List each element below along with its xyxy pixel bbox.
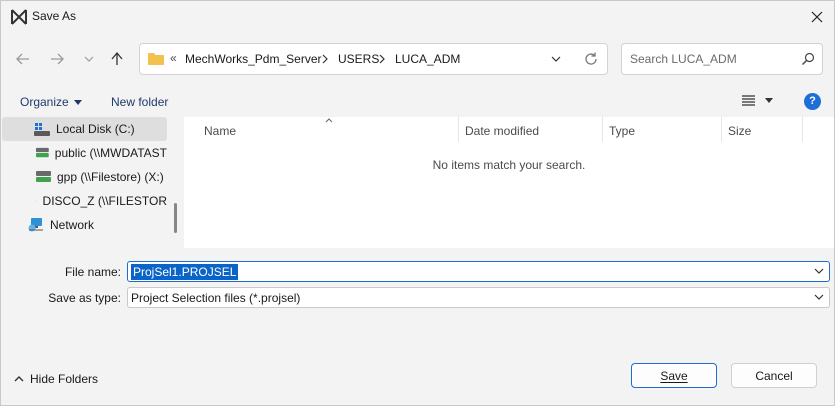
new-folder-button[interactable]: New folder <box>111 95 168 109</box>
navigation-pane[interactable]: Local Disk (C:) public (\\MWDATAST gpp (… <box>2 117 183 247</box>
caret-down-icon <box>73 99 82 105</box>
hide-folders-label: Hide Folders <box>30 372 99 386</box>
list-view-icon <box>742 95 755 106</box>
refresh-icon[interactable] <box>583 51 599 67</box>
save-as-dialog: Save As « MechWorks_Pdm_Server USERS LUC… <box>0 0 835 406</box>
file-list[interactable]: Name Date modified Type Size No items ma… <box>184 117 834 248</box>
tree-item-network[interactable]: Network <box>2 213 167 237</box>
network-drive-icon <box>36 147 49 158</box>
dialog-footer: Hide Folders Save Cancel <box>1 349 834 405</box>
breadcrumb-luca-adm[interactable]: LUCA_ADM <box>395 52 460 66</box>
chevron-up-icon <box>14 376 24 382</box>
tree-item-label: Network <box>50 218 95 232</box>
tree-item-local-disk[interactable]: Local Disk (C:) <box>2 117 167 141</box>
file-name-value: ProjSel1.PROJSEL <box>131 264 239 280</box>
tree-item-label: public (\\MWDATAST <box>54 146 167 160</box>
arrow-up-icon <box>111 52 123 65</box>
save-as-type-label: Save as type: <box>48 291 121 305</box>
change-view-button[interactable] <box>742 95 773 106</box>
app-logo-icon <box>11 9 27 25</box>
tree-item-label: gpp (\\Filestore) (X:) <box>57 170 164 184</box>
breadcrumb-users[interactable]: USERS <box>338 52 379 66</box>
chevron-down-icon <box>84 56 94 62</box>
search-icon <box>802 52 815 65</box>
close-icon <box>811 11 823 23</box>
chevron-down-icon[interactable] <box>814 294 824 300</box>
address-bar[interactable]: « MechWorks_Pdm_Server USERS LUCA_ADM <box>139 43 608 75</box>
column-divider[interactable] <box>458 117 459 142</box>
tree-item-label: Local Disk (C:) <box>56 122 135 136</box>
arrow-right-icon <box>51 53 64 65</box>
caret-down-icon <box>765 98 773 103</box>
arrow-left-icon <box>16 53 29 65</box>
breadcrumb-mechworks-pdm-server[interactable]: MechWorks_Pdm_Server <box>185 52 322 66</box>
column-header-size[interactable]: Size <box>728 124 751 138</box>
help-button[interactable]: ? <box>804 93 821 110</box>
cancel-label: Cancel <box>755 368 793 383</box>
empty-message: No items match your search. <box>432 158 586 172</box>
back-button[interactable] <box>12 45 34 73</box>
folder-icon <box>148 53 164 65</box>
column-header-type[interactable]: Type <box>609 124 635 138</box>
network-icon <box>28 218 43 232</box>
chevron-down-icon[interactable] <box>550 53 562 65</box>
address-overflow[interactable]: « <box>170 51 177 65</box>
tree-item-disco-z[interactable]: DISCO_Z (\\FILESTOR <box>2 189 167 213</box>
column-header-date-modified[interactable]: Date modified <box>465 124 539 138</box>
sort-ascending-icon <box>325 118 333 123</box>
hide-folders-button[interactable]: Hide Folders <box>14 372 98 386</box>
tree-item-gpp[interactable]: gpp (\\Filestore) (X:) <box>2 165 167 189</box>
window-title: Save As <box>32 9 77 23</box>
forward-button[interactable] <box>46 45 68 73</box>
save-as-type-value: Project Selection files (*.projsel) <box>131 291 301 305</box>
chevron-right-icon[interactable] <box>320 52 330 66</box>
new-folder-label: New folder <box>111 95 169 109</box>
network-drive-icon <box>36 200 37 202</box>
search-input[interactable]: Search LUCA_ADM <box>621 43 823 75</box>
organize-button[interactable]: Organize <box>20 95 82 109</box>
save-button[interactable]: Save <box>631 363 717 388</box>
up-button[interactable] <box>106 45 128 73</box>
tree-item-label: DISCO_Z (\\FILESTOR <box>42 194 167 208</box>
chevron-down-icon[interactable] <box>814 268 824 274</box>
organize-label: Organize <box>20 95 69 109</box>
network-drive-icon <box>36 171 51 182</box>
chevron-right-icon[interactable] <box>377 52 387 66</box>
save-label: Save <box>660 368 688 383</box>
cancel-button[interactable]: Cancel <box>731 363 817 388</box>
column-divider[interactable] <box>802 117 803 142</box>
search-placeholder: Search LUCA_ADM <box>630 52 737 66</box>
close-button[interactable] <box>800 1 834 33</box>
column-header-name[interactable]: Name <box>204 124 236 138</box>
local-disk-icon <box>34 122 50 136</box>
column-divider[interactable] <box>602 117 603 142</box>
title-bar: Save As <box>1 1 834 33</box>
recent-locations-button[interactable] <box>78 45 100 73</box>
file-name-label: File name: <box>64 265 121 279</box>
nav-pane-scrollbar[interactable] <box>174 203 177 233</box>
tree-item-public[interactable]: public (\\MWDATAST <box>2 141 167 165</box>
column-divider[interactable] <box>721 117 722 142</box>
save-as-type-select[interactable]: Project Selection files (*.projsel) <box>127 287 830 308</box>
file-name-field[interactable]: ProjSel1.PROJSEL <box>127 261 830 282</box>
